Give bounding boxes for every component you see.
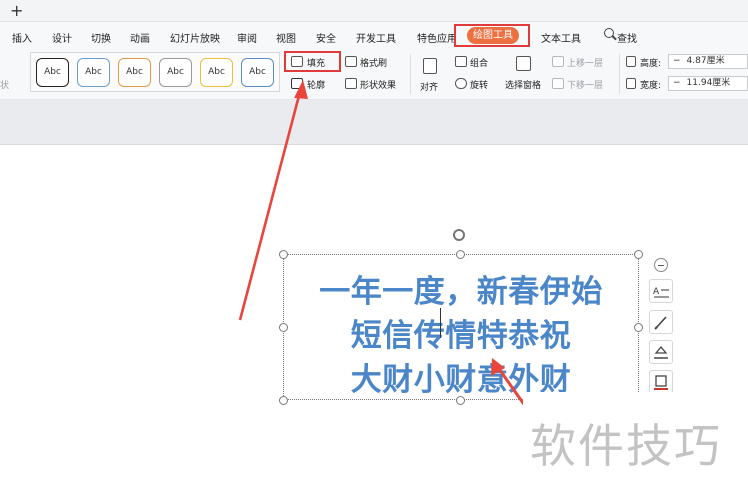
watermark-text: 软件技巧 <box>530 419 722 473</box>
arrow-head-fill <box>294 80 308 99</box>
arrow-to-fill <box>238 87 303 321</box>
